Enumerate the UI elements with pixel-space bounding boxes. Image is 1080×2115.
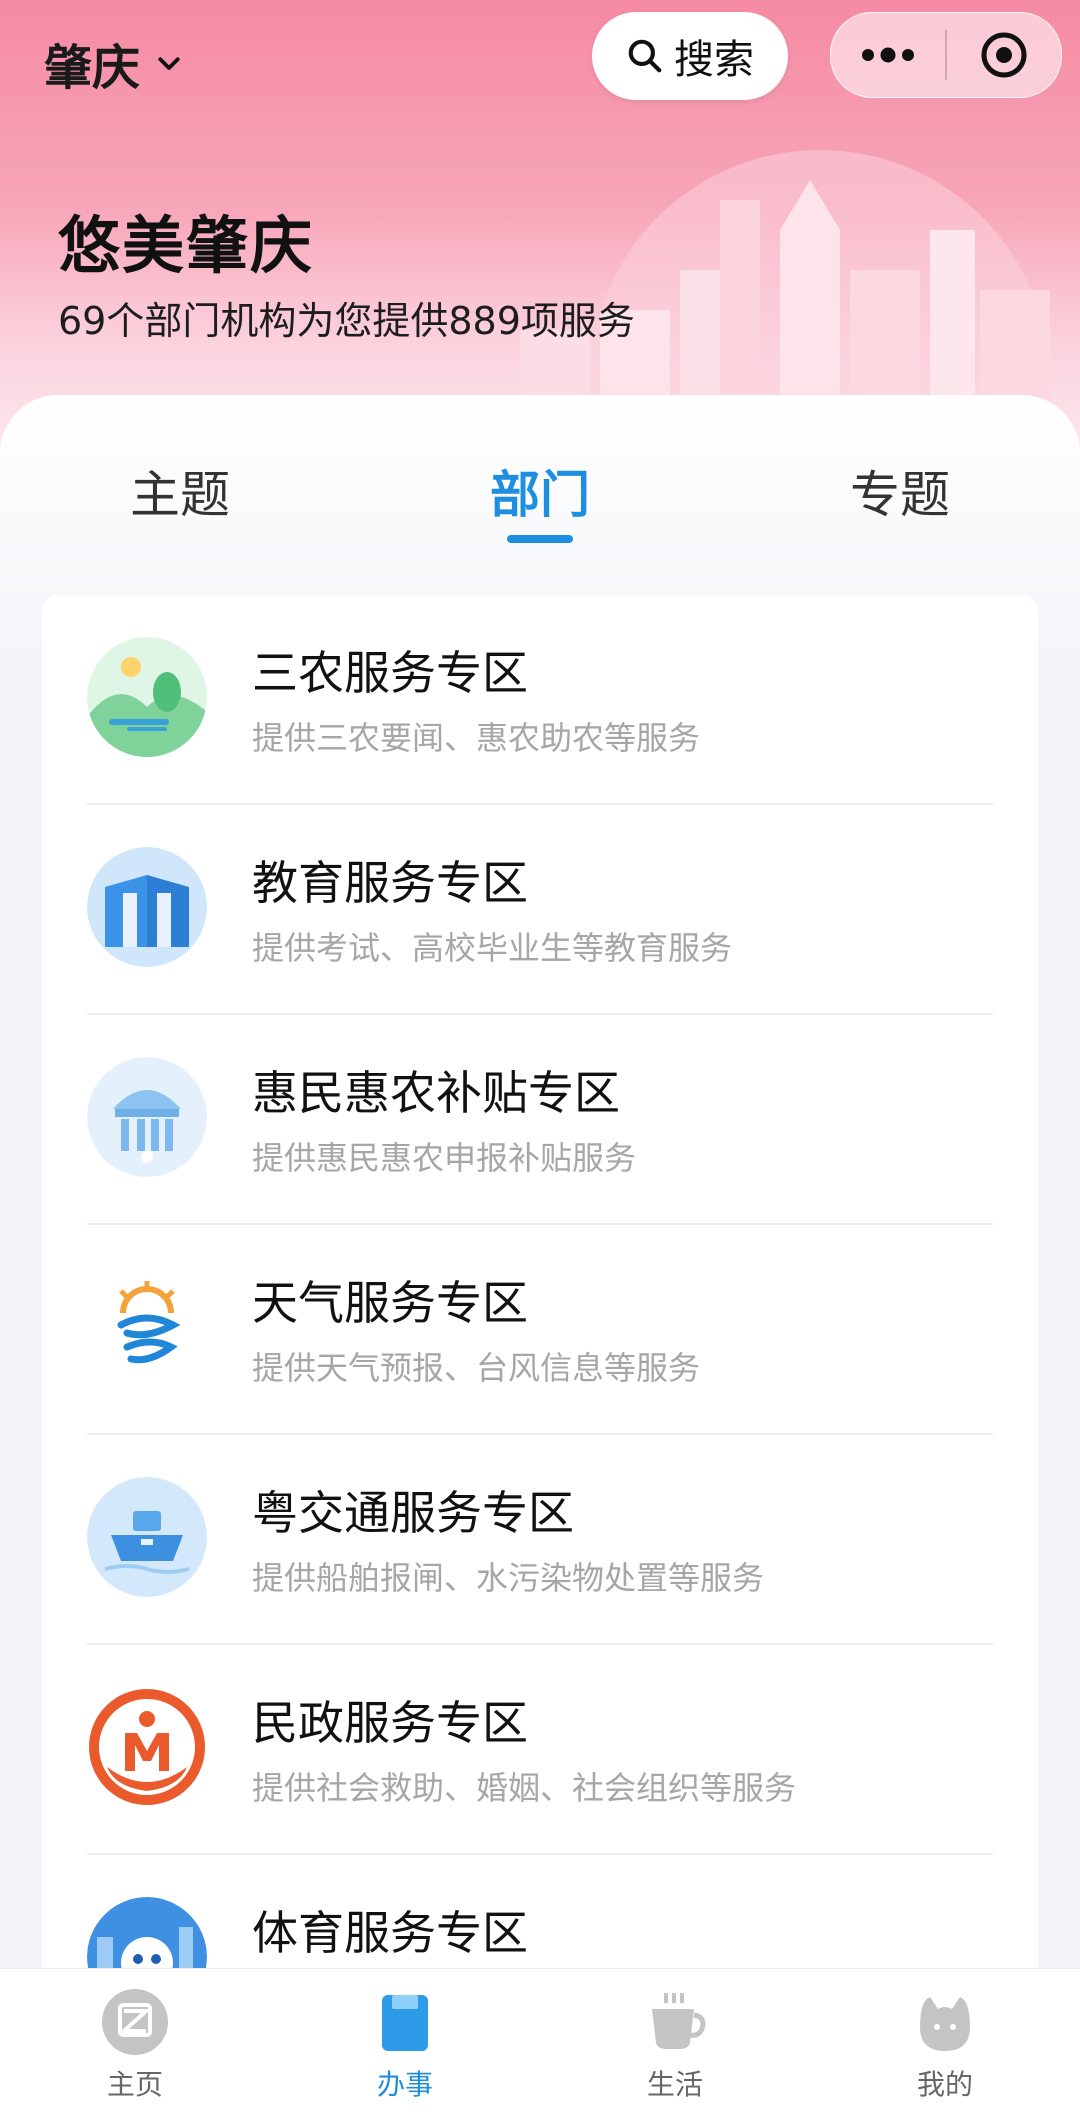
city-name: 肇庆	[44, 40, 141, 96]
tab-special-topic[interactable]: 专题	[850, 455, 950, 527]
page-subtitle: 69个部门机构为您提供889项服务	[58, 299, 635, 343]
service-name: 惠民惠农补贴专区	[252, 1066, 620, 1120]
search-button[interactable]: 搜索	[592, 12, 788, 100]
bottom-navigation: 主页 办事 生活 我的	[0, 1968, 1080, 2115]
record-target-icon	[981, 32, 1027, 78]
city-selector[interactable]: 肇庆	[44, 28, 184, 98]
civil-affairs-logo-icon	[87, 1687, 207, 1807]
nav-label: 主页	[106, 2068, 163, 2101]
service-description: 提供天气预报、台风信息等服务	[252, 1349, 701, 1387]
service-name: 体育服务专区	[252, 1906, 528, 1960]
active-tab-indicator	[507, 535, 573, 543]
weather-icon	[87, 1267, 207, 1387]
service-description: 提供船舶报闸、水污染物处置等服务	[252, 1559, 765, 1597]
nav-label: 办事	[376, 2068, 433, 2101]
list-item-weather[interactable]: 天气服务专区 提供天气预报、台风信息等服务	[42, 1225, 1038, 1435]
service-description: 提供惠民惠农申报补贴服务	[252, 1139, 637, 1177]
tab-bar: 主题 部门 专题	[0, 395, 1080, 575]
nav-life[interactable]: 生活	[540, 1969, 810, 2115]
list-item-education[interactable]: 教育服务专区 提供考试、高校毕业生等教育服务	[42, 805, 1038, 1015]
more-button[interactable]	[831, 13, 945, 97]
affairs-icon	[382, 1995, 428, 2051]
nav-label: 我的	[916, 2068, 973, 2101]
service-name: 天气服务专区	[252, 1276, 528, 1330]
service-list: 三农服务专区 提供三农要闻、惠农助农等服务 教育服务专区 提供考试、高校毕业生等…	[42, 595, 1038, 2095]
search-icon	[628, 39, 662, 73]
nav-label: 生活	[646, 2068, 703, 2101]
list-item-agriculture[interactable]: 三农服务专区 提供三农要闻、惠农助农等服务	[42, 595, 1038, 805]
home-icon	[102, 1989, 168, 2055]
service-description: 提供三农要闻、惠农助农等服务	[252, 719, 701, 757]
government-building-icon	[87, 1057, 207, 1177]
tab-department[interactable]: 部门	[490, 455, 590, 527]
profile-icon	[920, 1997, 970, 2051]
service-description: 提供考试、高校毕业生等教育服务	[252, 929, 733, 967]
chevron-down-icon	[158, 57, 180, 70]
content-panel: 主题 部门 专题 三农服务专区 提供三农要闻、惠农助农等服务 教育服务专区 提供…	[0, 395, 1080, 2095]
header-banner: 肇庆 搜索 悠美肇庆 69个部门机构为您提供889项服务	[0, 0, 1080, 460]
service-name: 三农服务专区	[252, 646, 528, 700]
close-button[interactable]	[947, 13, 1061, 97]
books-icon	[87, 847, 207, 967]
landscape-icon	[87, 637, 207, 757]
service-name: 粤交通服务专区	[252, 1486, 574, 1540]
mini-program-capsule	[830, 12, 1062, 98]
page-title: 悠美肇庆	[58, 209, 315, 282]
more-dots-icon	[862, 47, 914, 63]
list-item-transport[interactable]: 粤交通服务专区 提供船舶报闸、水污染物处置等服务	[42, 1435, 1038, 1645]
ship-icon	[87, 1477, 207, 1597]
nav-home[interactable]: 主页	[0, 1969, 270, 2115]
service-name: 教育服务专区	[252, 856, 528, 910]
search-label: 搜索	[674, 37, 754, 83]
cup-icon	[652, 1993, 706, 2049]
list-item-subsidy[interactable]: 惠民惠农补贴专区 提供惠民惠农申报补贴服务	[42, 1015, 1038, 1225]
service-name: 民政服务专区	[252, 1696, 528, 1750]
tab-theme[interactable]: 主题	[130, 455, 230, 527]
nav-affairs[interactable]: 办事	[270, 1969, 540, 2115]
nav-profile[interactable]: 我的	[810, 1969, 1080, 2115]
city-skyline-illustration	[520, 150, 1050, 420]
list-item-civil-affairs[interactable]: 民政服务专区 提供社会救助、婚姻、社会组织等服务	[42, 1645, 1038, 1855]
service-description: 提供社会救助、婚姻、社会组织等服务	[252, 1769, 797, 1807]
